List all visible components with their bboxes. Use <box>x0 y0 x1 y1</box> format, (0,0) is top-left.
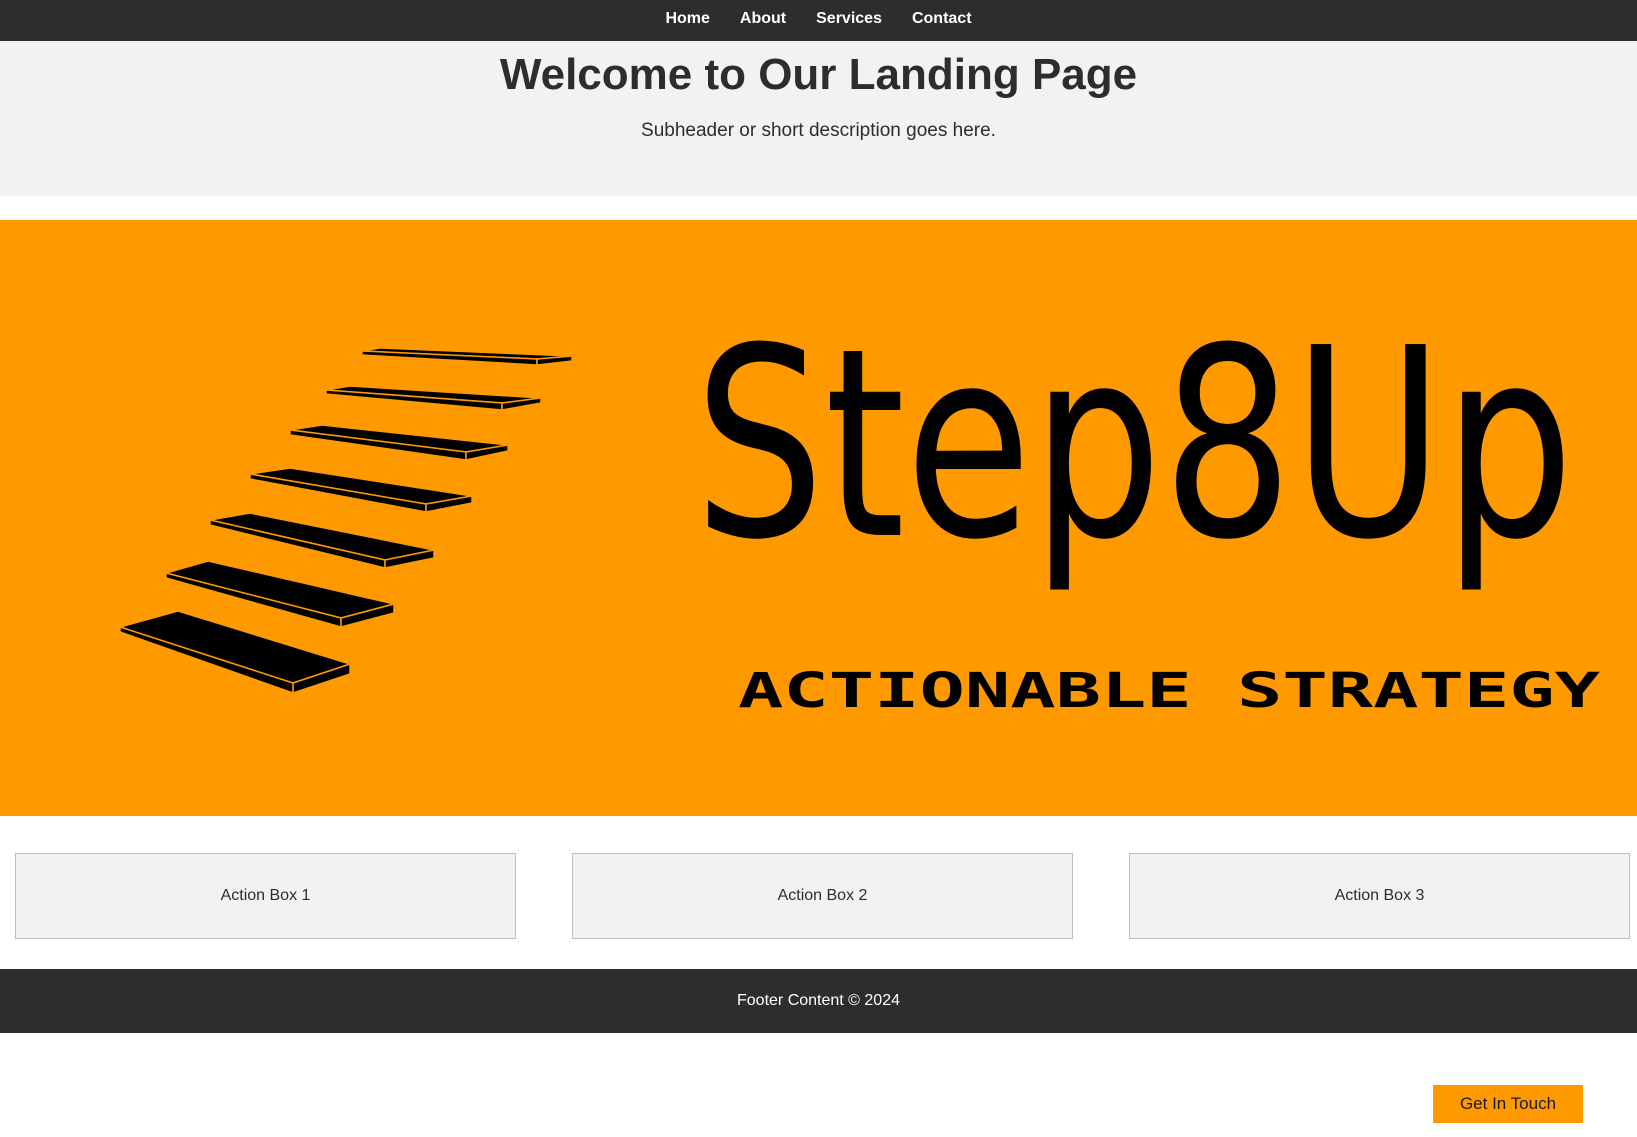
hero-tagline: ACTIONABLE STRATEGY <box>738 663 1600 719</box>
nav-link-home[interactable]: Home <box>665 10 709 27</box>
action-box-label: Action Box 1 <box>220 887 311 904</box>
nav-link-contact[interactable]: Contact <box>912 10 972 27</box>
step8up-logo-graphic: Step8Up ACTIONABLE STRATEGY <box>117 292 1600 719</box>
hero-banner: Step8Up ACTIONABLE STRATEGY <box>0 220 1637 816</box>
get-in-touch-button[interactable]: Get In Touch <box>1433 1085 1583 1123</box>
staircase-icon <box>117 347 573 695</box>
nav-link-services[interactable]: Services <box>816 10 882 27</box>
action-box-label: Action Box 3 <box>1334 887 1425 904</box>
action-boxes: Action Box 1 Action Box 2 Action Box 3 <box>0 853 1637 939</box>
footer-text: Footer Content © 2024 <box>737 992 900 1009</box>
action-box-3[interactable]: Action Box 3 <box>1129 853 1630 939</box>
page-subtitle: Subheader or short description goes here… <box>641 120 996 141</box>
page-footer: Footer Content © 2024 <box>0 969 1637 1033</box>
action-box-label: Action Box 2 <box>777 887 868 904</box>
hero-logo-text: Step8Up <box>694 292 1574 597</box>
top-navbar: Home About Services Contact <box>0 0 1637 41</box>
action-box-2[interactable]: Action Box 2 <box>572 853 1073 939</box>
nav-links: Home About Services Contact <box>0 0 1637 41</box>
action-box-1[interactable]: Action Box 1 <box>15 853 516 939</box>
page-header: Welcome to Our Landing Page Subheader or… <box>0 41 1637 196</box>
nav-link-about[interactable]: About <box>740 10 786 27</box>
page-title: Welcome to Our Landing Page <box>499 50 1138 99</box>
